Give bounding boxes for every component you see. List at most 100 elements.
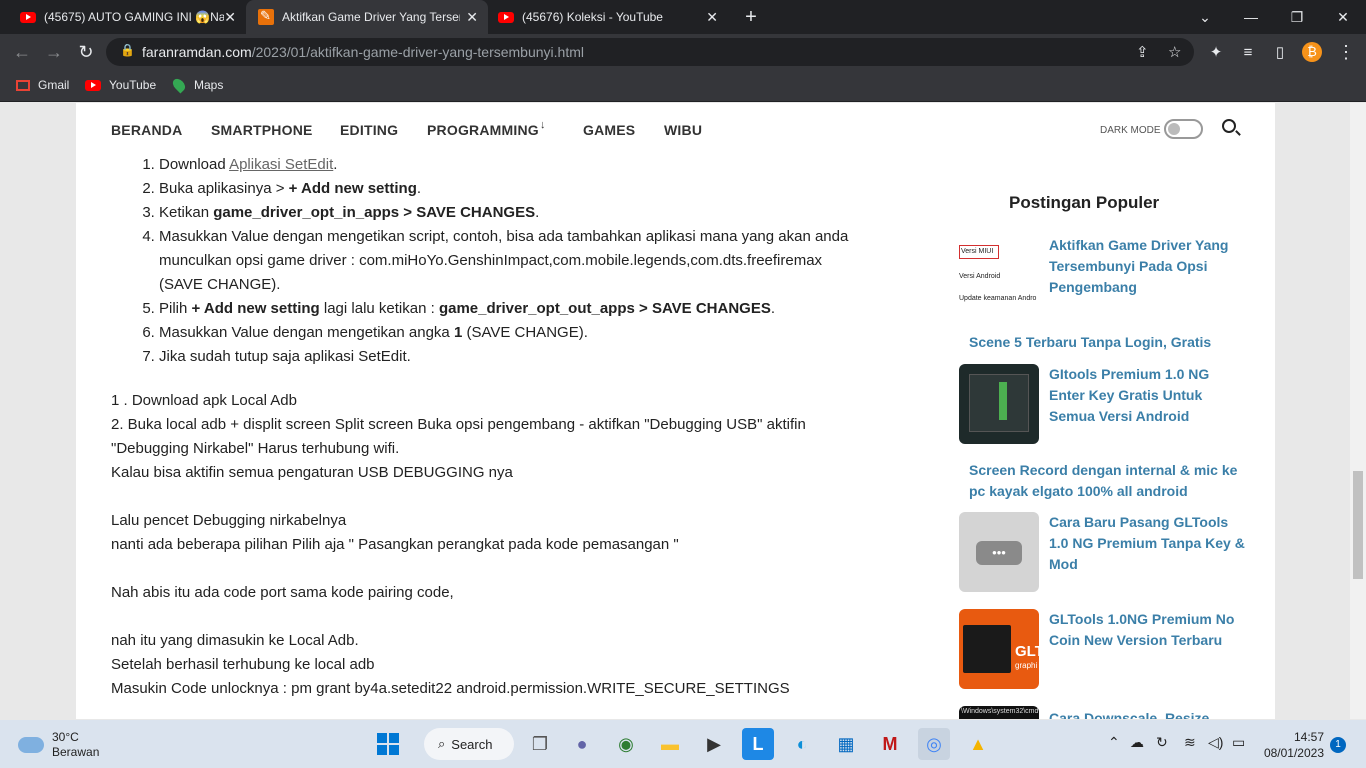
restore-button[interactable]: ❐ (1274, 0, 1320, 34)
post-title[interactable]: Cara Baru Pasang GLTools 1.0 NG Premium … (1049, 512, 1245, 575)
close-icon[interactable]: ✕ (224, 9, 236, 26)
volume-icon[interactable]: ◁) (1208, 734, 1223, 751)
scrollbar-thumb[interactable] (1353, 471, 1363, 579)
nav-beranda[interactable]: BERANDA (111, 122, 182, 138)
start-button[interactable] (372, 728, 404, 760)
list-item: Ketikan game_driver_opt_in_apps > SAVE C… (159, 201, 871, 225)
page-body: BERANDA SMARTPHONE EDITING PROGRAMMING ↓… (76, 103, 1275, 719)
bookmark-star-icon[interactable]: ☆ (1168, 43, 1181, 61)
dark-mode-toggle[interactable] (1164, 119, 1203, 139)
clock-date: 08/01/2023 (1263, 746, 1324, 760)
post-title[interactable]: Aktifkan Game Driver Yang Tersembunyi Pa… (1049, 235, 1245, 298)
back-button[interactable]: ← (8, 38, 36, 66)
bookmarks-bar: Gmail YouTube Maps (0, 70, 1366, 102)
media-player-icon[interactable]: ▶ (698, 728, 730, 760)
thumb-bar (999, 382, 1007, 420)
post-title[interactable]: Cara Downscale, Resize, (1049, 708, 1245, 719)
task-view-icon[interactable]: ❐ (524, 728, 556, 760)
new-tab-button[interactable]: + (728, 0, 774, 34)
address-bar[interactable]: 🔒 faranramdan.com/2023/01/aktifkan-game-… (106, 38, 1194, 66)
tab-auto-gaming[interactable]: (45675) AUTO GAMING INI 😱Na ✕ (8, 0, 246, 34)
tab-koleksi-youtube[interactable]: (45676) Koleksi - YouTube ✕ (488, 0, 728, 34)
thumb-text: graphi (1015, 661, 1038, 670)
nav-wibu[interactable]: WIBU (664, 122, 702, 138)
cloud-icon (18, 737, 44, 753)
nav-games[interactable]: GAMES (583, 122, 635, 138)
file-explorer-icon[interactable]: ▬ (654, 728, 686, 760)
page-viewport: BERANDA SMARTPHONE EDITING PROGRAMMING ↓… (0, 103, 1366, 719)
chevron-up-icon[interactable]: ⌃ (1108, 734, 1120, 751)
close-window-button[interactable]: ✕ (1320, 0, 1366, 34)
list-item: Pilih + Add new setting lagi lalu ketika… (159, 297, 871, 321)
wifi-icon[interactable]: ≋ (1184, 734, 1196, 751)
steps-list: Download Aplikasi SetEdit. Buka aplikasi… (111, 153, 871, 369)
tab-title: (45675) AUTO GAMING INI 😱Na (44, 10, 224, 24)
lock-icon: 🔒 (120, 43, 135, 57)
post-thumbnail: Versi MIUI Versi Android Update keamanan… (959, 235, 1039, 315)
step-bold: game_driver_opt_out_apps > SAVE CHANGES (438, 300, 771, 317)
minimize-button[interactable]: — (1228, 0, 1274, 34)
step-bold: game_driver_opt_in_apps > SAVE CHANGES (213, 204, 536, 221)
taskbar-search[interactable]: ⌕ Search (424, 728, 514, 760)
bitcoin-extension-icon[interactable]: ₿ (1298, 38, 1326, 66)
close-icon[interactable]: ✕ (466, 9, 478, 26)
nav-editing[interactable]: EDITING (340, 122, 398, 138)
taskbar-clock[interactable]: 14:57 08/01/2023 (1262, 729, 1324, 761)
bookmark-gmail[interactable]: Gmail (16, 78, 69, 92)
step-text: Buka aplikasinya > (159, 180, 289, 197)
notification-badge[interactable]: 1 (1330, 737, 1346, 753)
step-text: (SAVE CHANGE). (462, 324, 588, 341)
search-icon: ⌕ (438, 736, 446, 751)
xbox-icon[interactable]: ◉ (610, 728, 642, 760)
article-content: Download Aplikasi SetEdit. Buka aplikasi… (111, 153, 871, 701)
search-icon[interactable] (1222, 119, 1236, 133)
thumb-text: Versi MIUI (959, 245, 999, 259)
post-title[interactable]: GItools Premium 1.0 NG Enter Key Gratis … (1049, 364, 1245, 427)
network-status-icon[interactable]: ☁ (1130, 734, 1144, 751)
step-bold: + Add new setting (191, 300, 320, 317)
warning-app-icon[interactable]: ▲ (962, 728, 994, 760)
setedit-link[interactable]: Aplikasi SetEdit (229, 156, 333, 173)
bookmark-maps[interactable]: Maps (170, 76, 224, 94)
tab-search-chevron-icon[interactable]: ⌄ (1182, 0, 1228, 34)
step-text: lagi lalu ketikan : (319, 300, 439, 317)
edge-icon[interactable]: ◐ (786, 728, 818, 760)
mcafee-icon[interactable]: M (874, 728, 906, 760)
bookmark-label: Maps (194, 78, 224, 92)
paragraph: Masukin Code unlocknya : pm grant by4a.s… (111, 680, 790, 697)
post-title[interactable]: Screen Record dengan internal & mic ke p… (969, 460, 1249, 502)
chrome-icon[interactable]: ◎ (918, 728, 950, 760)
step-text: Pilih (159, 300, 192, 317)
more-icon: ••• (976, 541, 1022, 565)
bookmark-label: YouTube (109, 78, 157, 92)
bookmark-youtube[interactable]: YouTube (85, 78, 156, 92)
post-title[interactable]: GLTools 1.0NG Premium No Coin New Versio… (1049, 609, 1245, 651)
paragraph: 2. Buka local adb + displit screen Split… (111, 416, 806, 457)
launcher-icon[interactable]: L (742, 728, 774, 760)
nav-programming[interactable]: PROGRAMMING (427, 122, 539, 138)
page-scrollbar[interactable] (1350, 103, 1366, 719)
share-icon[interactable]: ⇪ (1136, 43, 1149, 61)
media-control-icon[interactable]: ≡ (1234, 38, 1262, 66)
reload-button[interactable]: ↻ (72, 38, 100, 66)
extensions-icon[interactable]: ✦ (1202, 38, 1230, 66)
paragraph: Setelah berhasil terhubung ke local adb (111, 656, 375, 673)
menu-icon[interactable]: ⋮ (1332, 38, 1360, 66)
nav-smartphone[interactable]: SMARTPHONE (211, 122, 313, 138)
battery-icon[interactable]: ▭ (1232, 734, 1245, 751)
post-thumbnail: GLT graphi (959, 609, 1039, 689)
close-icon[interactable]: ✕ (706, 9, 718, 26)
tab-aktifkan-game-driver[interactable]: Aktifkan Game Driver Yang Tersem ✕ (246, 0, 488, 34)
paragraph: Kalau bisa aktifin semua pengaturan USB … (111, 464, 513, 481)
sync-icon[interactable]: ↻ (1156, 734, 1168, 751)
side-panel-icon[interactable]: ▯ (1266, 38, 1294, 66)
weather-widget[interactable]: 30°C Berawan (18, 730, 99, 760)
post-title[interactable]: Scene 5 Terbaru Tanpa Login, Gratis (969, 332, 1249, 353)
store-icon[interactable]: ▦ (830, 728, 862, 760)
chat-icon[interactable]: ● (566, 728, 598, 760)
forward-button[interactable]: → (40, 38, 68, 66)
windows-logo-icon (377, 733, 399, 755)
paragraph: 1 . Download apk Local Adb (111, 392, 297, 409)
post-thumbnail: ••• (959, 512, 1039, 592)
